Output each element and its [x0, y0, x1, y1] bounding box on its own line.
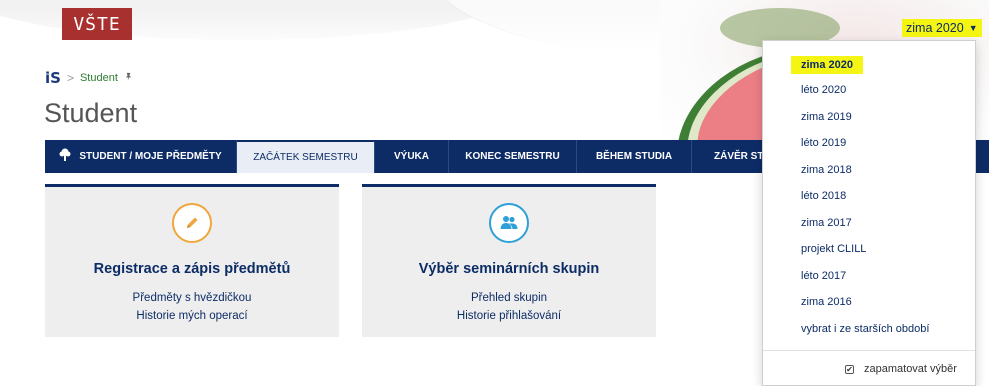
breadcrumb: iS > Student [45, 69, 133, 87]
remember-selection[interactable]: ✔ zapamatovat výběr [845, 363, 957, 375]
semester-option[interactable]: léto 2017 [801, 270, 846, 282]
tab-konec-semestru[interactable]: KONEC SEMESTRU [449, 140, 577, 173]
remember-label: zapamatovat výběr [864, 363, 957, 375]
card-title[interactable]: Výběr seminárních skupin [362, 261, 656, 277]
semester-option[interactable]: zima 2020 [791, 56, 863, 74]
breadcrumb-separator: > [66, 71, 74, 85]
tab-label: BĚHEM STUDIA [595, 151, 673, 162]
semester-option[interactable]: zima 2017 [801, 217, 852, 229]
pencil-icon [172, 203, 212, 243]
tab-label: ZAČÁTEK SEMESTRU [253, 152, 358, 163]
semester-option[interactable]: léto 2019 [801, 137, 846, 149]
people-icon [489, 203, 529, 243]
card-vyber-seminarnich-skupin: Výběr seminárních skupin Přehled skupin … [362, 184, 656, 337]
remember-checkbox[interactable]: ✔ [845, 364, 854, 374]
tab-label: STUDENT / MOJE PŘEDMĚTY [79, 151, 222, 162]
link-prehled-skupin[interactable]: Přehled skupin [362, 292, 656, 304]
semester-option[interactable]: zima 2016 [801, 296, 852, 308]
tab-zacatek-semestru[interactable]: ZAČÁTEK SEMESTRU [237, 140, 375, 173]
pin-icon[interactable] [124, 72, 133, 84]
tab-behem-studia[interactable]: BĚHEM STUDIA [577, 140, 692, 173]
semester-option-older[interactable]: vybrat i ze starších období [801, 323, 929, 335]
breadcrumb-current[interactable]: Student [80, 72, 118, 84]
semester-option[interactable]: léto 2018 [801, 190, 846, 202]
semester-dropdown: zima 2020 léto 2020 zima 2019 léto 2019 … [762, 40, 976, 386]
semester-option[interactable]: zima 2019 [801, 111, 852, 123]
link-historie-prihlasovani[interactable]: Historie přihlašování [362, 310, 656, 322]
page-title: Student [44, 98, 138, 128]
school-logo[interactable]: VŠTE [62, 8, 132, 40]
semester-selected-label: zima 2020 [906, 21, 964, 35]
semester-selector[interactable]: zima 2020 ▼ [902, 19, 982, 37]
link-predmety-s-hvezdickou[interactable]: Předměty s hvězdičkou [45, 292, 339, 304]
link-historie-mych-operaci[interactable]: Historie mých operací [45, 310, 339, 322]
semester-option[interactable]: projekt CLILL [801, 243, 866, 255]
card-title[interactable]: Registrace a zápis předmětů [45, 261, 339, 277]
tab-vyuka[interactable]: VÝUKA [375, 140, 449, 173]
semester-option[interactable]: zima 2018 [801, 164, 852, 176]
tab-student-moje-predmety[interactable]: STUDENT / MOJE PŘEDMĚTY [45, 140, 237, 173]
caret-down-icon: ▼ [968, 23, 978, 33]
semester-option[interactable]: léto 2020 [801, 84, 846, 96]
tab-label: VÝUKA [393, 151, 429, 162]
is-logo-icon[interactable]: iS [45, 69, 61, 87]
tree-icon [59, 148, 71, 165]
tab-label: KONEC SEMESTRU [465, 151, 560, 162]
card-registrace: Registrace a zápis předmětů Předměty s h… [45, 184, 339, 337]
dropdown-divider [763, 350, 975, 351]
